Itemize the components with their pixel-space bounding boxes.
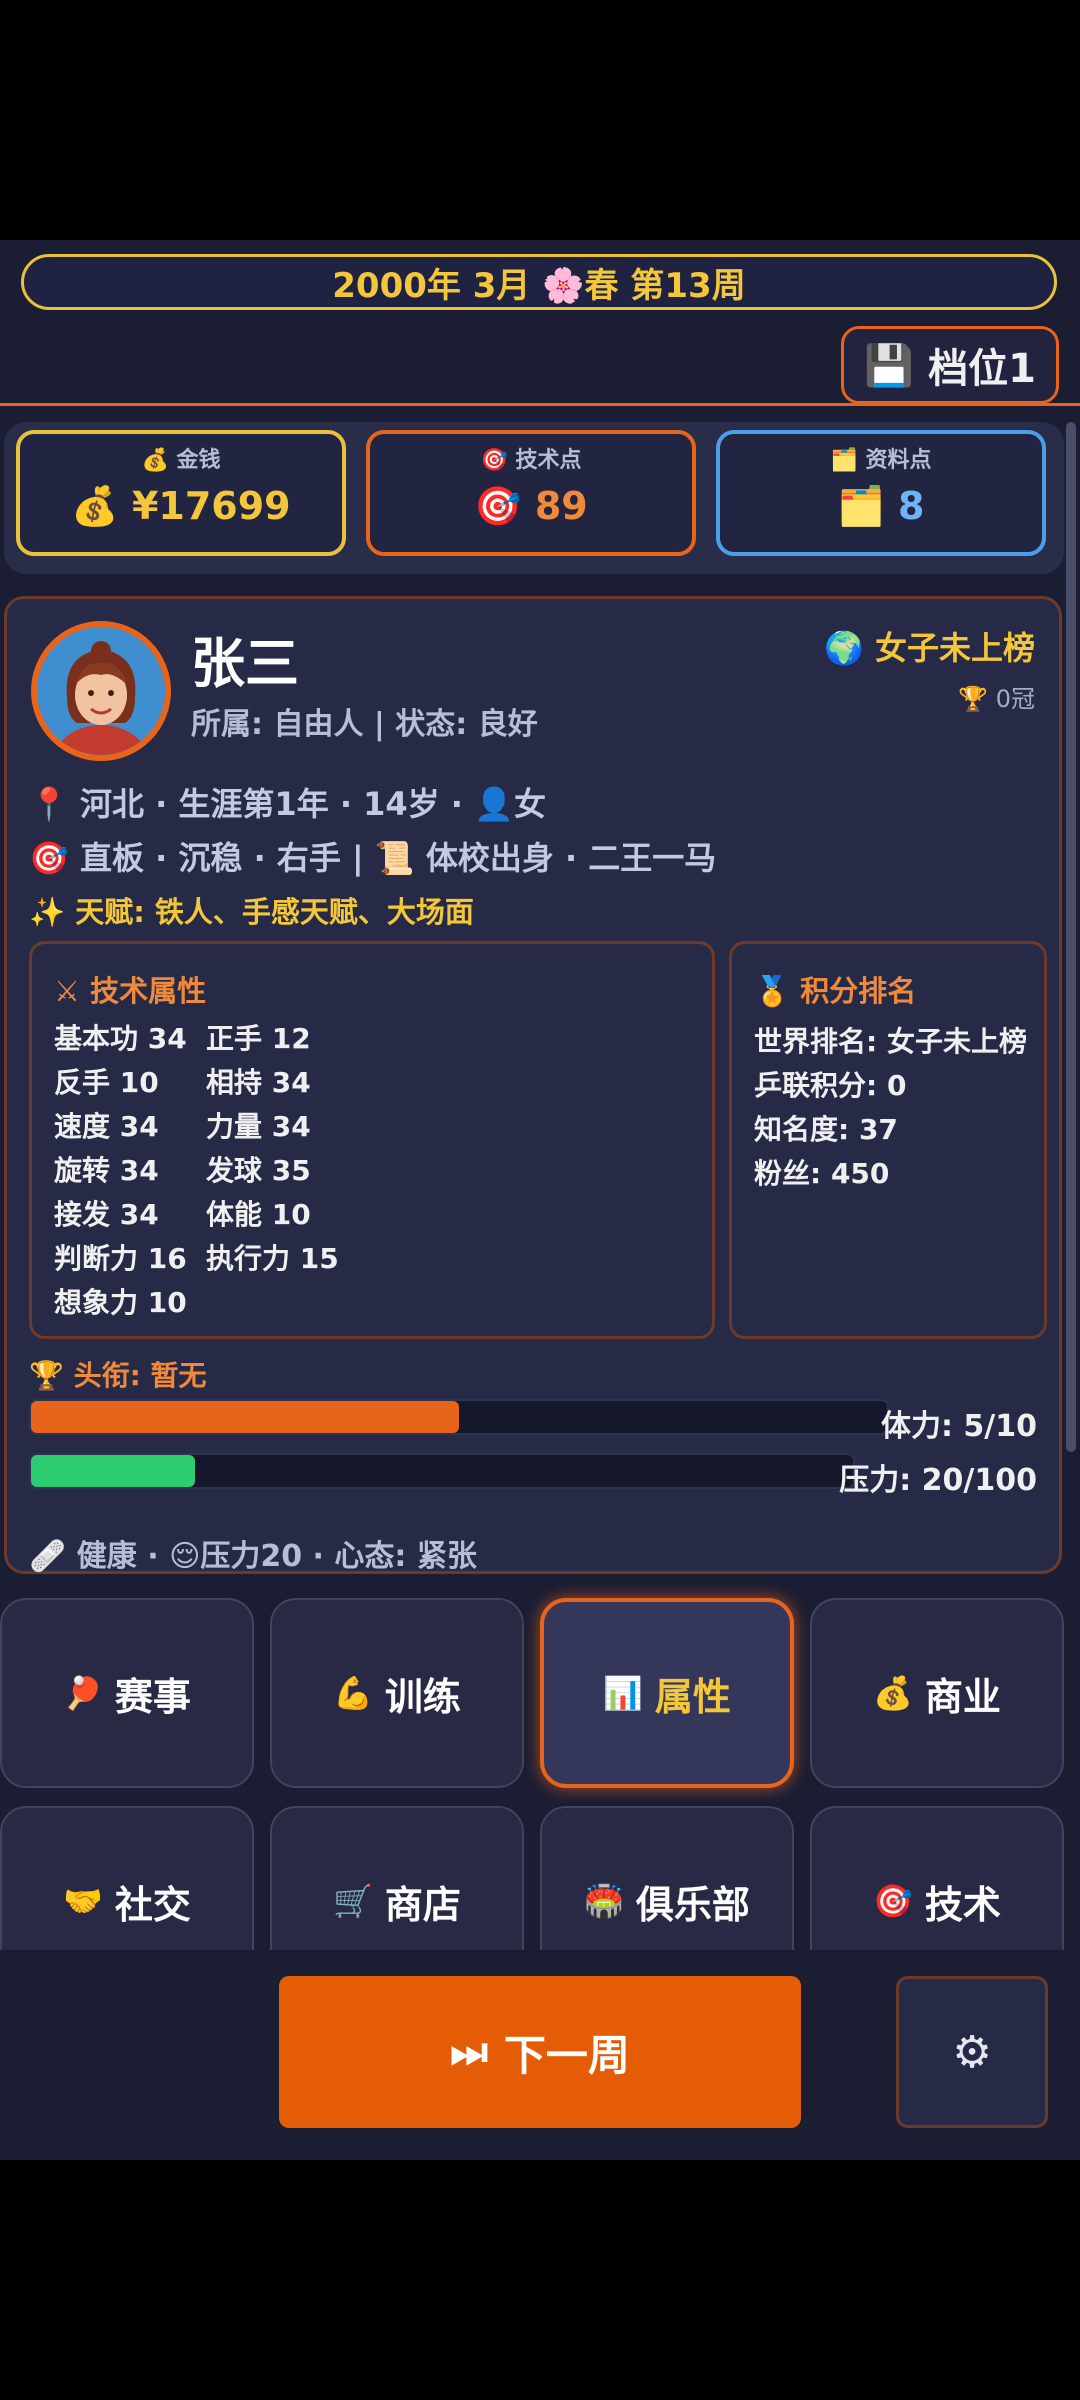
attr-item: 反手 10 [54,1066,159,1099]
nav-business-button[interactable]: 💰 商业 [810,1598,1064,1788]
player-name: 张三 [191,632,299,695]
resource-panel: 💰 金钱 💰 ¥17699 🎯 技术点 🎯 89 🗂️ 资料点 🗂️ 8 [4,422,1064,574]
tech-attributes-box: ⚔ 技术属性 基本功 34 正手 12 反手 10 相持 34 速度 34 力量… [29,941,715,1339]
nav-label: 技术 [924,1882,1001,1927]
pressure-bar [29,1453,855,1489]
data-points-label: 🗂️ 资料点 [830,448,932,473]
target-icon: 🎯 [873,1882,913,1920]
game-screen: 2000年 3月 🌸春 第13周 💾 档位1 💰 金钱 💰 ¥17699 🎯 技… [0,240,1080,2160]
player-avatar [31,621,171,761]
player-style-line: 🎯 直板 · 沉稳 · 右手 | 📜 体校出身 · 二王一马 [29,839,717,877]
ranking-box: 🏅 积分排名 世界排名: 女子未上榜 乒联积分: 0 知名度: 37 粉丝: 4… [729,941,1047,1339]
ping-pong-icon: 🏓 [63,1674,103,1712]
pressure-bar-fill [31,1455,196,1487]
ranking-list: 世界排名: 女子未上榜 乒联积分: 0 知名度: 37 粉丝: 450 [754,1020,1027,1196]
scrollbar[interactable] [1066,422,1076,1452]
money-value: 💰 ¥17699 [71,484,291,528]
nav-label: 社交 [114,1882,191,1927]
data-points-value: 🗂️ 8 [837,484,925,528]
profile-card: 张三 所属: 自由人 | 状态: 良好 🌍 女子未上榜 🏆 0冠 📍 河北 · … [4,596,1062,1574]
attr-item: 接发 34 [54,1198,159,1231]
date-text: 2000年 3月 🌸春 第13周 [332,265,746,306]
stadium-icon: 🏟️ [584,1882,624,1920]
ranking-item: 知名度: 37 [754,1113,898,1146]
nav-attributes-button[interactable]: 📊 属性 [540,1598,794,1788]
world-rank-status: 🌍 女子未上榜 [824,629,1035,667]
next-week-label: 下一周 [503,2030,630,2080]
player-honor: 🏆 头衔: 暂无 [29,1359,207,1392]
attr-item: 速度 34 [54,1110,159,1143]
tech-points-card: 🎯 技术点 🎯 89 [366,430,696,556]
nav-label: 商业 [924,1674,1001,1719]
nav-label: 训练 [384,1674,461,1719]
pressure-label: 压力: 20/100 [839,1463,1037,1498]
attr-item: 旋转 34 [54,1154,159,1187]
attr-item: 正手 12 [206,1022,311,1055]
health-status-line: 🩹 健康 · 😌压力20 · 心态: 紧张 [29,1539,477,1574]
handshake-icon: 🤝 [63,1882,103,1920]
championship-count: 🏆 0冠 [958,685,1035,713]
attr-item: 判断力 16 [54,1242,187,1275]
attr-item: 执行力 15 [206,1242,339,1275]
header-divider [0,403,1080,406]
settings-button[interactable]: ⚙ [896,1976,1048,2128]
player-talent: ✨ 天赋: 铁人、手感天赋、大场面 [29,895,474,929]
stamina-bar-fill [31,1401,459,1433]
shopping-cart-icon: 🛒 [333,1882,373,1920]
tech-attributes-grid: 基本功 34 正手 12 反手 10 相持 34 速度 34 力量 34 旋转 … [54,1020,356,1322]
money-card: 💰 金钱 💰 ¥17699 [16,430,346,556]
nav-label: 商店 [384,1882,461,1927]
money-label: 💰 金钱 [141,448,221,473]
nav-matches-button[interactable]: 🏓 赛事 [0,1598,254,1788]
nav-label: 属性 [654,1674,731,1719]
next-week-button[interactable]: ⏭ 下一周 [279,1976,801,2128]
bar-chart-icon: 📊 [603,1674,643,1712]
ranking-title: 🏅 积分排名 [754,974,917,1008]
attr-item: 相持 34 [206,1066,311,1099]
attr-item: 想象力 10 [54,1286,187,1319]
attr-item: 体能 10 [206,1198,311,1231]
ranking-item: 世界排名: 女子未上榜 [754,1025,1027,1058]
tech-attributes-title: ⚔ 技术属性 [54,974,207,1008]
ranking-item: 粉丝: 450 [754,1157,890,1190]
save-slot-label: 档位1 [928,346,1036,392]
nav-label: 赛事 [114,1674,191,1719]
nav-label: 俱乐部 [635,1882,750,1927]
stamina-bar [29,1399,889,1435]
money-bag-icon: 💰 [873,1674,913,1712]
gear-icon: ⚙ [952,2026,992,2078]
attr-item: 基本功 34 [54,1022,187,1055]
floppy-disk-icon: 💾 [864,342,915,389]
data-points-card: 🗂️ 资料点 🗂️ 8 [716,430,1046,556]
date-banner: 2000年 3月 🌸春 第13周 [21,254,1057,310]
ranking-item: 乒联积分: 0 [754,1069,907,1102]
nav-training-button[interactable]: 💪 训练 [270,1598,524,1788]
muscle-icon: 💪 [333,1674,373,1712]
stamina-label: 体力: 5/10 [880,1409,1037,1444]
save-slot-button[interactable]: 💾 档位1 [841,326,1059,404]
player-affiliation: 所属: 自由人 | 状态: 良好 [191,707,538,742]
attr-item: 力量 34 [206,1110,311,1143]
attr-item: 发球 35 [206,1154,311,1187]
tech-points-value: 🎯 89 [474,484,588,528]
tech-points-label: 🎯 技术点 [480,448,582,473]
fast-forward-icon: ⏭ [450,2027,488,2076]
player-bio-line: 📍 河北 · 生涯第1年 · 14岁 · 👤女 [29,785,546,823]
